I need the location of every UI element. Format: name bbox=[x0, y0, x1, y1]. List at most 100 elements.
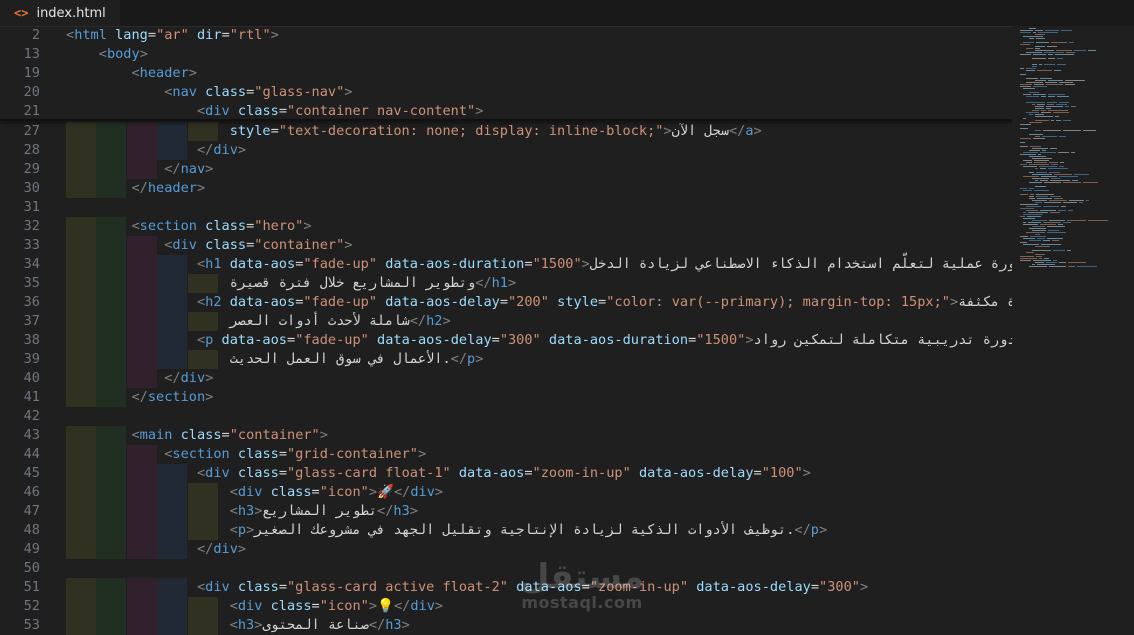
code-line[interactable]: 13 <body> bbox=[0, 45, 1012, 64]
minimap-token bbox=[1020, 30, 1033, 31]
line-number: 33 bbox=[23, 237, 40, 253]
minimap-token bbox=[1034, 162, 1047, 163]
minimap-token bbox=[1035, 262, 1044, 263]
minimap-token bbox=[1050, 148, 1057, 149]
code-line[interactable]: 2 <html lang="ar" dir="rtl"> bbox=[0, 26, 1012, 45]
minimap-token bbox=[1050, 212, 1060, 213]
line-number: 36 bbox=[23, 294, 40, 310]
minimap-token bbox=[1040, 168, 1046, 169]
minimap-token bbox=[1023, 238, 1035, 239]
minimap-token bbox=[1032, 220, 1047, 221]
code-line[interactable]: 27 style="text-decoration: none; display… bbox=[0, 122, 1012, 141]
minimap-token bbox=[1063, 202, 1077, 203]
minimap-token bbox=[1057, 64, 1066, 65]
minimap-token bbox=[1045, 30, 1059, 31]
code-line[interactable]: 44 <section class="grid-container"> bbox=[0, 445, 1012, 464]
tab-index-html[interactable]: <> index.html bbox=[0, 0, 120, 26]
minimap-token bbox=[1048, 110, 1068, 111]
minimap-token bbox=[1083, 130, 1096, 131]
minimap-token bbox=[1035, 186, 1046, 187]
code-line[interactable]: 50 bbox=[0, 559, 1012, 578]
minimap-token bbox=[1036, 256, 1042, 257]
code-line[interactable]: 47 <h3>تطوير المشاريع</h3> bbox=[0, 502, 1012, 521]
code-text: <main class="container"> bbox=[131, 427, 328, 443]
minimap-token bbox=[1065, 84, 1075, 85]
minimap-token bbox=[1023, 212, 1026, 213]
minimap-token bbox=[1020, 54, 1031, 55]
line-number: 42 bbox=[23, 408, 40, 424]
minimap-token bbox=[1033, 86, 1047, 87]
code-line[interactable]: 46 <div class="icon">🚀</div> bbox=[0, 483, 1012, 502]
minimap-token bbox=[1045, 82, 1057, 83]
code-text: شاملة لأحدث أدوات العصر</h2> bbox=[66, 313, 451, 329]
minimap-token bbox=[1033, 260, 1051, 261]
minimap-token bbox=[1039, 166, 1057, 167]
minimap-token bbox=[1052, 240, 1059, 241]
line-number: 2 bbox=[31, 27, 40, 43]
minimap-token bbox=[1035, 130, 1041, 131]
minimap-token bbox=[1053, 260, 1057, 261]
code-line[interactable]: 41 </section> bbox=[0, 388, 1012, 407]
minimap-token bbox=[1032, 110, 1039, 111]
minimap-token bbox=[1020, 256, 1034, 257]
code-line[interactable]: 30 </header> bbox=[0, 179, 1012, 198]
minimap-token bbox=[1023, 152, 1038, 153]
minimap-token bbox=[1059, 166, 1064, 167]
minimap-token bbox=[1032, 178, 1049, 179]
code-line[interactable]: 49 </div> bbox=[0, 540, 1012, 559]
line-number: 39 bbox=[23, 351, 40, 367]
code-line[interactable]: 45 <div class="glass-card float-1" data-… bbox=[0, 464, 1012, 483]
minimap-token bbox=[1065, 106, 1069, 107]
minimap-token bbox=[1049, 200, 1067, 201]
minimap[interactable] bbox=[1012, 26, 1134, 629]
code-line[interactable]: 29 </nav> bbox=[0, 160, 1012, 179]
code-line[interactable]: 35 وتطوير المشاريع خلال فترة قصيرة</h1> bbox=[0, 274, 1012, 293]
minimap-token bbox=[1029, 182, 1042, 183]
minimap-token bbox=[1026, 70, 1035, 71]
minimap-token bbox=[1028, 222, 1041, 223]
minimap-token bbox=[1040, 210, 1056, 211]
code-line[interactable]: 42 bbox=[0, 407, 1012, 426]
code-line[interactable]: 52 <div class="icon">💡</div> bbox=[0, 597, 1012, 616]
code-line[interactable]: 33 <div class="container"> bbox=[0, 236, 1012, 255]
code-line[interactable]: 28 </div> bbox=[0, 141, 1012, 160]
code-line[interactable]: 43 <main class="container"> bbox=[0, 426, 1012, 445]
minimap-token bbox=[1048, 168, 1068, 169]
minimap-token bbox=[1088, 220, 1108, 221]
code-line[interactable]: 19 <header> bbox=[0, 64, 1012, 83]
minimap-token bbox=[1047, 102, 1057, 103]
line-number: 29 bbox=[23, 161, 40, 177]
code-line[interactable]: 32 <section class="hero"> bbox=[0, 217, 1012, 236]
minimap-token bbox=[1029, 134, 1043, 135]
line-number: 43 bbox=[23, 427, 40, 443]
code-line[interactable]: 31 bbox=[0, 198, 1012, 217]
minimap-token bbox=[1034, 84, 1044, 85]
minimap-token bbox=[1020, 164, 1027, 165]
minimap-token bbox=[1063, 182, 1081, 183]
watermark-arabic: مستقل bbox=[519, 557, 645, 597]
editor-tab-bar: <> index.html bbox=[0, 0, 1134, 27]
code-line[interactable]: 53 <h3>صناعة المحتوى</h3> bbox=[0, 616, 1012, 635]
code-line[interactable]: 40 </div> bbox=[0, 369, 1012, 388]
minimap-token bbox=[1047, 104, 1054, 105]
code-editor[interactable]: 2 <html lang="ar" dir="rtl"> 13 <body> 19 <… bbox=[0, 26, 1040, 635]
code-line[interactable]: 39 الأعمال في سوق العمل الحديث.</p> bbox=[0, 350, 1012, 369]
line-number: 38 bbox=[23, 332, 40, 348]
code-line[interactable]: 38 <p data-aos="fade-up" data-aos-delay=… bbox=[0, 331, 1015, 350]
minimap-token bbox=[1035, 254, 1045, 255]
code-line[interactable]: 48 <p>توظيف الأدوات الذكية لزيادة الإنتا… bbox=[0, 521, 1012, 540]
minimap-token bbox=[1053, 250, 1065, 251]
code-line[interactable]: 37 شاملة لأحدث أدوات العصر</h2> bbox=[0, 312, 1012, 331]
minimap-token bbox=[1029, 122, 1042, 123]
minimap-token bbox=[1032, 230, 1046, 231]
minimap-token bbox=[1054, 70, 1061, 71]
minimap-token bbox=[1047, 226, 1065, 227]
code-line[interactable]: 51 <div class="glass-card active float-2… bbox=[0, 578, 1012, 597]
line-number: 44 bbox=[23, 446, 40, 462]
minimap-token bbox=[1035, 108, 1044, 109]
code-line[interactable]: 34 <h1 data-aos="fade-up" data-aos-durat… bbox=[0, 255, 1024, 274]
code-line[interactable]: 20 <nav class="glass-nav"> bbox=[0, 83, 1012, 102]
minimap-token bbox=[1072, 180, 1078, 181]
minimap-token bbox=[1059, 102, 1069, 103]
code-line[interactable]: 36 <h2 data-aos="fade-up" data-aos-delay… bbox=[0, 293, 1040, 312]
